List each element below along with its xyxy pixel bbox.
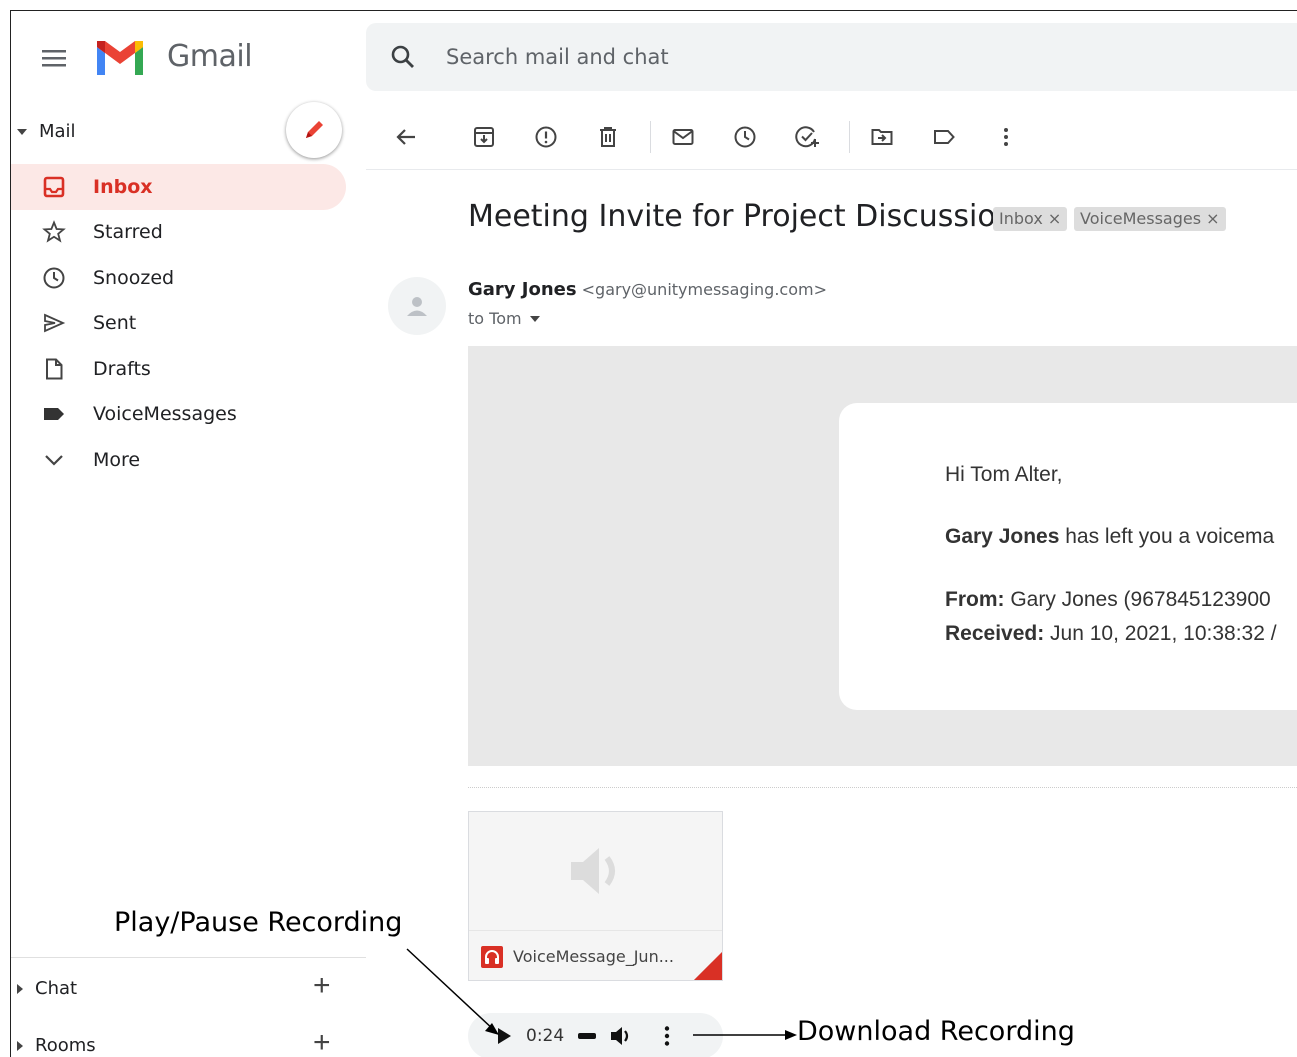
avatar[interactable] xyxy=(388,277,446,335)
sidebar-item-label: Sent xyxy=(93,312,137,335)
sidebar-item-label: Drafts xyxy=(93,357,151,380)
from-line: From: Gary Jones (967845123900 xyxy=(945,588,1271,612)
speaker-icon xyxy=(570,848,615,894)
sidebar-item-label: Starred xyxy=(93,221,163,244)
rooms-section-toggle[interactable]: Rooms xyxy=(17,1035,96,1056)
toolbar-divider xyxy=(650,121,651,153)
caller-name: Gary Jones xyxy=(945,525,1060,548)
mail-section-label: Mail xyxy=(39,121,76,142)
sender-name[interactable]: Gary Jones xyxy=(468,279,577,300)
chevron-down-icon xyxy=(39,445,69,475)
sidebar-item-sent[interactable]: Sent xyxy=(11,301,346,347)
sender-info: Gary Jones <gary@unitymessaging.com> xyxy=(468,279,827,300)
sidebar-item-inbox[interactable]: Inbox xyxy=(11,164,346,210)
archive-icon[interactable] xyxy=(464,117,504,157)
volume-icon[interactable] xyxy=(610,1025,634,1047)
from-value: Gary Jones (967845123900 xyxy=(1004,588,1271,611)
received-value: Jun 10, 2021, 10:38:32 / xyxy=(1044,622,1277,645)
attachment-divider xyxy=(468,787,1297,788)
from-label: From: xyxy=(945,588,1005,611)
voicemail-line: Gary Jones has left you a voicema xyxy=(945,525,1274,549)
mark-unread-icon[interactable] xyxy=(663,117,703,157)
label-icon xyxy=(39,399,69,429)
pencil-icon xyxy=(306,121,323,138)
label-as-icon[interactable] xyxy=(924,117,964,157)
snooze-icon[interactable] xyxy=(725,117,765,157)
report-spam-icon[interactable] xyxy=(526,117,566,157)
search-input[interactable] xyxy=(446,42,1046,72)
sidebar-item-label: Inbox xyxy=(93,175,153,198)
sidebar-item-label: More xyxy=(93,448,141,471)
progress-slider[interactable] xyxy=(578,1032,597,1040)
sidebar-item-label: VoiceMessages xyxy=(93,403,237,426)
main-menu-icon[interactable] xyxy=(39,43,69,73)
annotation-arrow xyxy=(693,1030,797,1040)
sidebar-item-label: Snoozed xyxy=(93,266,175,289)
received-label: Received: xyxy=(945,622,1045,645)
compose-button[interactable] xyxy=(286,102,342,158)
sidebar-item-starred[interactable]: Starred xyxy=(11,210,346,256)
gmail-window: Gmail Mail Inbox Starred Snoozed Sent xyxy=(10,10,1297,1057)
email-subject: Meeting Invite for Project Discussion xyxy=(468,199,1015,234)
email-body-card: Hi Tom Alter, Gary Jones has left you a … xyxy=(839,403,1297,710)
star-icon xyxy=(39,217,69,247)
annotation-arrow xyxy=(406,948,499,1035)
attachment-preview xyxy=(469,812,722,930)
move-to-icon[interactable] xyxy=(862,117,902,157)
annotation-download: Download Recording xyxy=(797,1016,1075,1047)
mail-section-toggle[interactable]: Mail xyxy=(17,121,76,142)
label-chip-inbox[interactable]: Inbox × xyxy=(993,207,1068,231)
sidebar-item-more[interactable]: More xyxy=(11,437,346,483)
sidebar-item-snoozed[interactable]: Snoozed xyxy=(11,255,346,301)
gmail-logo-icon[interactable] xyxy=(93,37,147,77)
sidebar-item-drafts[interactable]: Drafts xyxy=(11,346,346,392)
toolbar-divider xyxy=(849,121,850,153)
search-bar[interactable] xyxy=(366,23,1297,91)
inbox-icon xyxy=(39,172,69,202)
attachment-name: VoiceMessage_Jun... xyxy=(513,947,674,966)
recipient-toggle[interactable]: to Tom xyxy=(468,309,540,328)
add-room-icon[interactable]: + xyxy=(313,1026,331,1057)
received-line: Received: Jun 10, 2021, 10:38:32 / xyxy=(945,622,1277,646)
gmail-brand-text: Gmail xyxy=(167,39,253,74)
sender-email: <gary@unitymessaging.com> xyxy=(581,280,827,299)
caret-right-icon xyxy=(17,1040,23,1051)
corner-fold xyxy=(694,952,722,980)
rooms-section-label: Rooms xyxy=(35,1035,96,1056)
playback-time: 0:24 xyxy=(526,1026,565,1046)
delete-icon[interactable] xyxy=(588,117,628,157)
voicemail-text: has left you a voicema xyxy=(1059,525,1275,548)
message-toolbar xyxy=(386,117,1048,157)
add-chat-icon[interactable]: + xyxy=(313,969,331,1003)
caret-down-icon xyxy=(529,315,540,322)
more-options-icon[interactable] xyxy=(986,117,1026,157)
annotation-play-pause: Play/Pause Recording xyxy=(114,907,403,938)
caret-down-icon xyxy=(17,128,27,135)
send-icon xyxy=(39,308,69,338)
draft-icon xyxy=(39,354,69,384)
chat-section-toggle[interactable]: Chat xyxy=(17,978,77,999)
greeting-text: Hi Tom Alter, xyxy=(945,463,1063,486)
add-to-tasks-icon[interactable] xyxy=(787,117,827,157)
person-icon xyxy=(407,297,427,316)
recipient-text: to Tom xyxy=(468,309,522,328)
label-chip-voicemessages[interactable]: VoiceMessages × xyxy=(1074,207,1226,231)
player-more-options-icon[interactable] xyxy=(662,1025,672,1047)
sidebar-item-voicemessages[interactable]: VoiceMessages xyxy=(11,392,346,438)
chat-section-label: Chat xyxy=(35,978,78,999)
search-icon[interactable] xyxy=(390,44,416,70)
sidebar-nav: Inbox Starred Snoozed Sent Drafts VoiceM… xyxy=(11,164,346,483)
caret-right-icon xyxy=(17,983,23,994)
divider xyxy=(366,169,1297,170)
back-icon[interactable] xyxy=(386,117,426,157)
divider xyxy=(11,957,366,958)
clock-icon xyxy=(39,263,69,293)
